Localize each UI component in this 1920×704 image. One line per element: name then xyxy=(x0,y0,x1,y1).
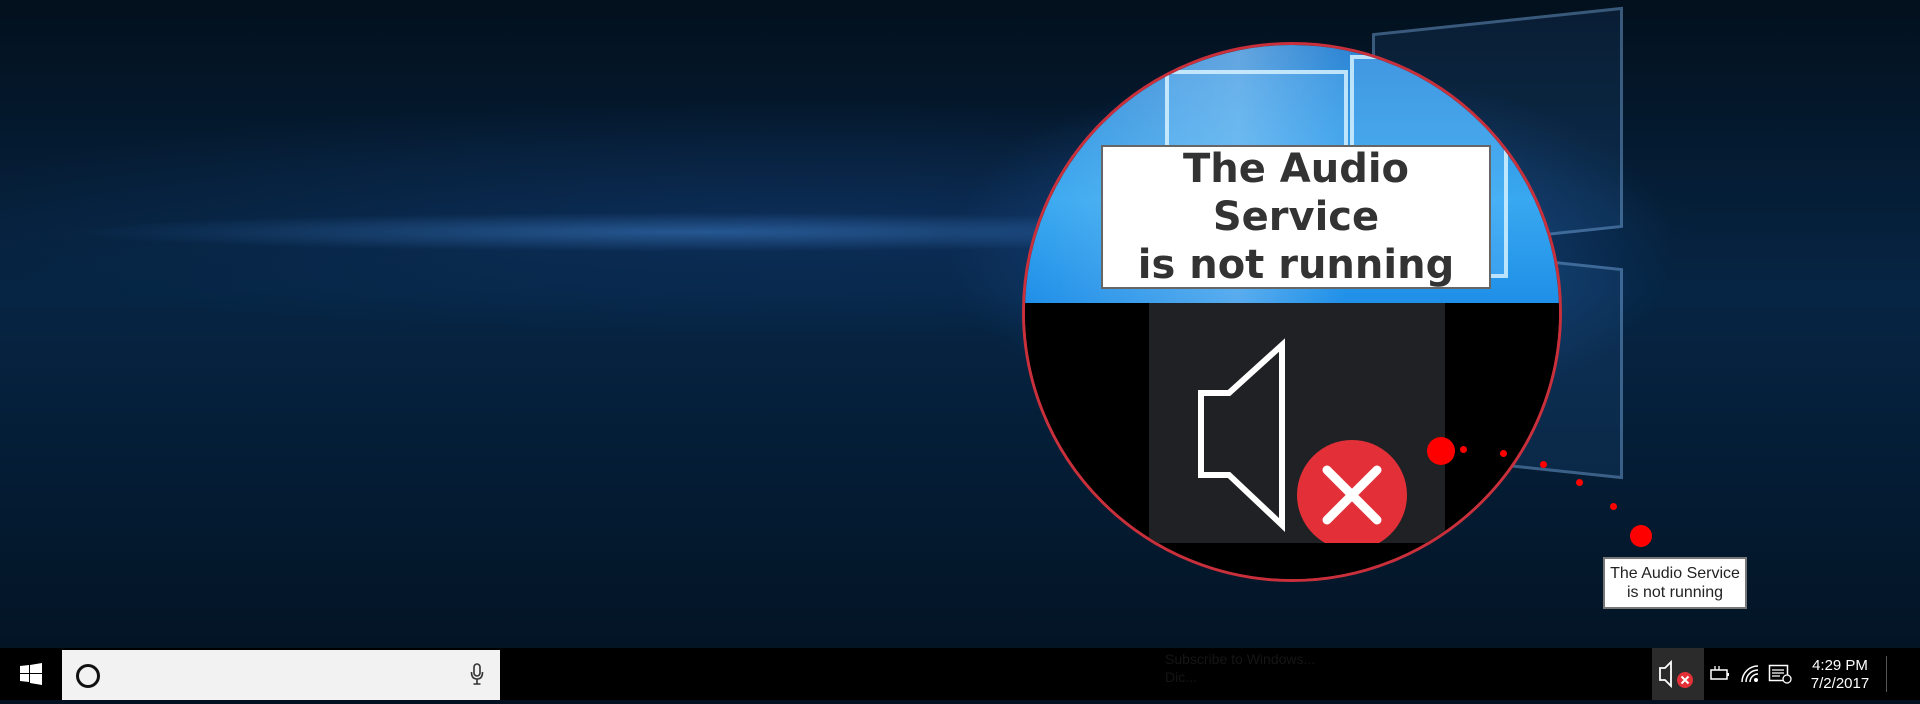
pointer-dot xyxy=(1500,450,1507,457)
start-button[interactable] xyxy=(0,648,62,700)
tooltip-line2: is not running xyxy=(1626,584,1724,601)
action-center-icon[interactable] xyxy=(1768,664,1792,684)
clock-date: 7/2/2017 xyxy=(1810,675,1870,692)
taskbar-clock[interactable]: 4:29 PM 7/2/2017 xyxy=(1802,657,1878,693)
ghost-text-line1: Subscribe to Windows... xyxy=(1165,651,1316,667)
zoom-volume-tile xyxy=(1149,303,1445,550)
pointer-dot xyxy=(1576,479,1583,486)
pointer-dot xyxy=(1540,461,1547,468)
zoom-magnifier: The Audio Service is not running xyxy=(1022,42,1562,582)
ghost-notification-text: Subscribe to Windows... Dic... xyxy=(1165,650,1315,686)
ghost-text-line2: Dic... xyxy=(1165,669,1197,685)
volume-tray-button[interactable] xyxy=(1652,648,1704,700)
search-input[interactable] xyxy=(62,650,500,700)
battery-icon[interactable] xyxy=(1709,664,1731,684)
volume-tooltip: The Audio Service is not running xyxy=(1603,557,1747,609)
taskbar: Subscribe to Windows... Dic... 4:29 PM 7… xyxy=(0,648,1920,700)
zoom-volume-muted-icon xyxy=(1198,338,1407,550)
zoom-error-label: The Audio Service is not running xyxy=(1101,145,1491,289)
volume-muted-error-icon xyxy=(1659,659,1693,689)
zoom-taskbar xyxy=(1025,303,1559,579)
pointer-dot xyxy=(1630,525,1652,547)
wifi-icon[interactable] xyxy=(1740,664,1762,684)
windows-logo-icon xyxy=(20,663,42,685)
clock-time: 4:29 PM xyxy=(1812,657,1868,674)
tooltip-line1: The Audio Service xyxy=(1610,565,1740,582)
pointer-dot xyxy=(1610,503,1617,510)
microphone-icon[interactable] xyxy=(470,663,484,685)
pointer-dot xyxy=(1427,437,1455,465)
zoom-label-line2: is not running xyxy=(1137,242,1455,288)
cortana-icon[interactable] xyxy=(76,664,100,688)
pointer-dot xyxy=(1460,446,1467,453)
zoom-label-line1: The Audio Service xyxy=(1182,146,1410,240)
desktop-wallpaper: The Audio Service is not running The Aud… xyxy=(0,0,1920,648)
show-desktop-button[interactable] xyxy=(1886,656,1887,692)
